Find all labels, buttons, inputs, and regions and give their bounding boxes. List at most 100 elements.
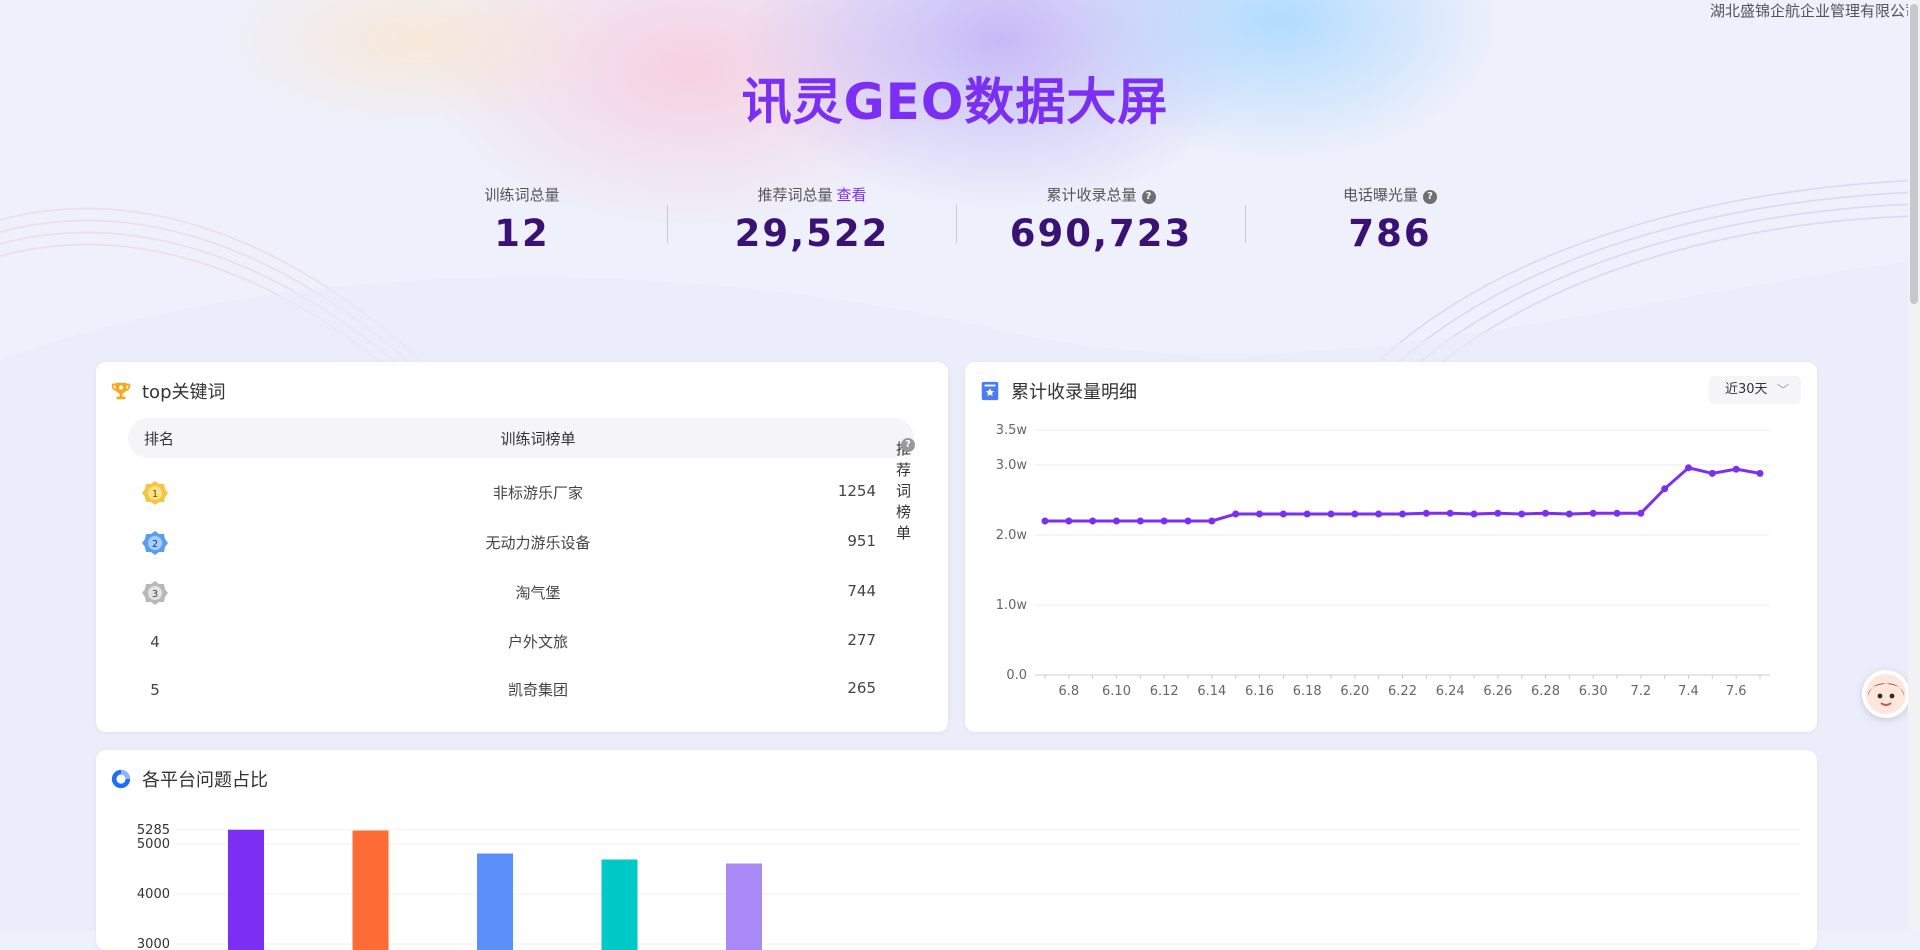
rank-number: 2 xyxy=(152,539,158,550)
chevron-down-icon: ﹀ xyxy=(1777,376,1789,404)
table-row[interactable]: 5 凯奇集团 265 xyxy=(128,667,914,711)
data-point[interactable] xyxy=(1661,485,1668,492)
data-point[interactable] xyxy=(1232,511,1239,518)
x-tick-label: 6.20 xyxy=(1340,684,1369,699)
bookmark-icon xyxy=(979,380,1001,402)
pie-chart-icon xyxy=(110,768,132,790)
stat-label: 电话曝光量 xyxy=(1343,186,1418,204)
x-tick-label: 7.4 xyxy=(1678,684,1699,699)
x-tick-label: 6.22 xyxy=(1388,684,1417,699)
rank-number: 5 xyxy=(142,677,168,703)
data-point[interactable] xyxy=(1471,511,1478,518)
keyword: 非标游乐厂家 xyxy=(408,482,668,503)
bar[interactable] xyxy=(353,831,389,950)
data-point[interactable] xyxy=(1423,510,1430,517)
data-point[interactable] xyxy=(1590,510,1597,517)
rank-number: 3 xyxy=(152,589,158,600)
data-point[interactable] xyxy=(1304,511,1311,518)
help-icon[interactable]: ? xyxy=(1423,190,1437,204)
stat-total-collected: 累计收录总量? 690,723 xyxy=(981,184,1221,255)
y-tick-label: 3000 xyxy=(137,937,170,950)
keyword: 户外文旅 xyxy=(408,631,668,652)
data-point[interactable] xyxy=(1614,510,1621,517)
bar[interactable] xyxy=(477,854,513,950)
data-point[interactable] xyxy=(1089,518,1096,525)
keyword-count: 277 xyxy=(847,631,876,649)
data-point[interactable] xyxy=(1280,511,1287,518)
data-point[interactable] xyxy=(1757,470,1764,477)
scrollbar-thumb[interactable] xyxy=(1910,4,1918,304)
data-point[interactable] xyxy=(1065,518,1072,525)
data-point[interactable] xyxy=(1137,518,1144,525)
platform-bar-chart: 5285500040003000 xyxy=(96,802,1817,950)
y-tick-label: 3.5w xyxy=(996,423,1028,438)
keyword-count: 744 xyxy=(847,582,876,600)
stat-label: 累计收录总量 xyxy=(1046,186,1136,204)
x-tick-label: 7.6 xyxy=(1726,684,1747,699)
data-point[interactable] xyxy=(1351,511,1358,518)
x-tick-label: 6.8 xyxy=(1058,684,1079,699)
stat-phone-exposure: 电话曝光量? 786 xyxy=(1270,184,1510,255)
keyword-count: 1254 xyxy=(838,482,876,500)
data-point[interactable] xyxy=(1518,511,1525,518)
data-point[interactable] xyxy=(1733,466,1740,473)
gold-medal-icon: 1 xyxy=(142,480,168,506)
rank-number: 1 xyxy=(152,489,158,500)
time-range-select[interactable]: 近30天 ﹀ xyxy=(1709,376,1801,404)
stat-recommend-words: 推荐词总量查看 29,522 xyxy=(692,184,932,255)
blue-medal-icon: 2 xyxy=(142,530,168,556)
help-icon[interactable]: ? xyxy=(1142,190,1156,204)
header-training-words: 训练词榜单 xyxy=(408,428,668,449)
x-tick-label: 7.2 xyxy=(1630,684,1651,699)
data-point[interactable] xyxy=(1256,511,1263,518)
assistant-face-icon xyxy=(1862,670,1910,718)
table-row[interactable]: 4 户外文旅 277 xyxy=(128,619,914,663)
assistant-avatar[interactable] xyxy=(1862,670,1910,718)
table-row[interactable]: 1 非标游乐厂家 1254 xyxy=(128,470,914,514)
bar[interactable] xyxy=(602,860,638,950)
card-title: 各平台问题占比 xyxy=(142,766,268,792)
data-point[interactable] xyxy=(1399,511,1406,518)
y-tick-label: 1.0w xyxy=(996,598,1028,613)
page-scrollbar[interactable] xyxy=(1908,0,1920,931)
stat-label: 推荐词总量 xyxy=(757,186,832,204)
help-icon[interactable]: ? xyxy=(901,438,915,452)
select-value: 近30天 xyxy=(1725,382,1768,397)
data-point[interactable] xyxy=(1542,510,1549,517)
keyword: 淘气堡 xyxy=(408,582,668,603)
table-row[interactable]: 2 无动力游乐设备 951 xyxy=(128,520,914,564)
top-keywords-card: top关键词 排名 训练词榜单 推荐词榜单? 1 非标游乐厂家 1254 2 无… xyxy=(96,362,948,732)
data-point[interactable] xyxy=(1685,464,1692,471)
stat-divider xyxy=(1245,205,1246,243)
stats-bar: 训练词总量 12 推荐词总量查看 29,522 累计收录总量? 690,723 … xyxy=(0,184,1920,254)
data-point[interactable] xyxy=(1637,510,1644,517)
data-point[interactable] xyxy=(1185,518,1192,525)
data-point[interactable] xyxy=(1328,511,1335,518)
card-title: 累计收录量明细 xyxy=(1011,378,1137,404)
y-tick-label: 0.0 xyxy=(1006,668,1027,683)
platform-share-card: 各平台问题占比 5285500040003000 xyxy=(96,750,1817,950)
data-point[interactable] xyxy=(1042,518,1049,525)
y-tick-label: 2.0w xyxy=(996,528,1028,543)
view-link[interactable]: 查看 xyxy=(837,186,867,204)
x-tick-label: 6.14 xyxy=(1197,684,1226,699)
data-point[interactable] xyxy=(1566,511,1573,518)
bar[interactable] xyxy=(228,830,264,950)
data-point[interactable] xyxy=(1447,510,1454,517)
bar[interactable] xyxy=(726,864,762,950)
data-point[interactable] xyxy=(1161,518,1168,525)
x-tick-label: 6.18 xyxy=(1293,684,1322,699)
data-point[interactable] xyxy=(1375,511,1382,518)
trophy-icon xyxy=(110,380,132,402)
data-point[interactable] xyxy=(1709,470,1716,477)
keyword-count: 951 xyxy=(847,532,876,550)
table-row[interactable]: 3 淘气堡 744 xyxy=(128,570,914,614)
stat-divider xyxy=(956,205,957,243)
keyword: 凯奇集团 xyxy=(408,679,668,700)
data-point[interactable] xyxy=(1208,518,1215,525)
data-point[interactable] xyxy=(1494,510,1501,517)
y-tick-label: 3.0w xyxy=(996,458,1028,473)
data-point[interactable] xyxy=(1113,518,1120,525)
stat-value: 690,723 xyxy=(981,212,1221,255)
table-header: 排名 训练词榜单 推荐词榜单? xyxy=(128,418,914,458)
